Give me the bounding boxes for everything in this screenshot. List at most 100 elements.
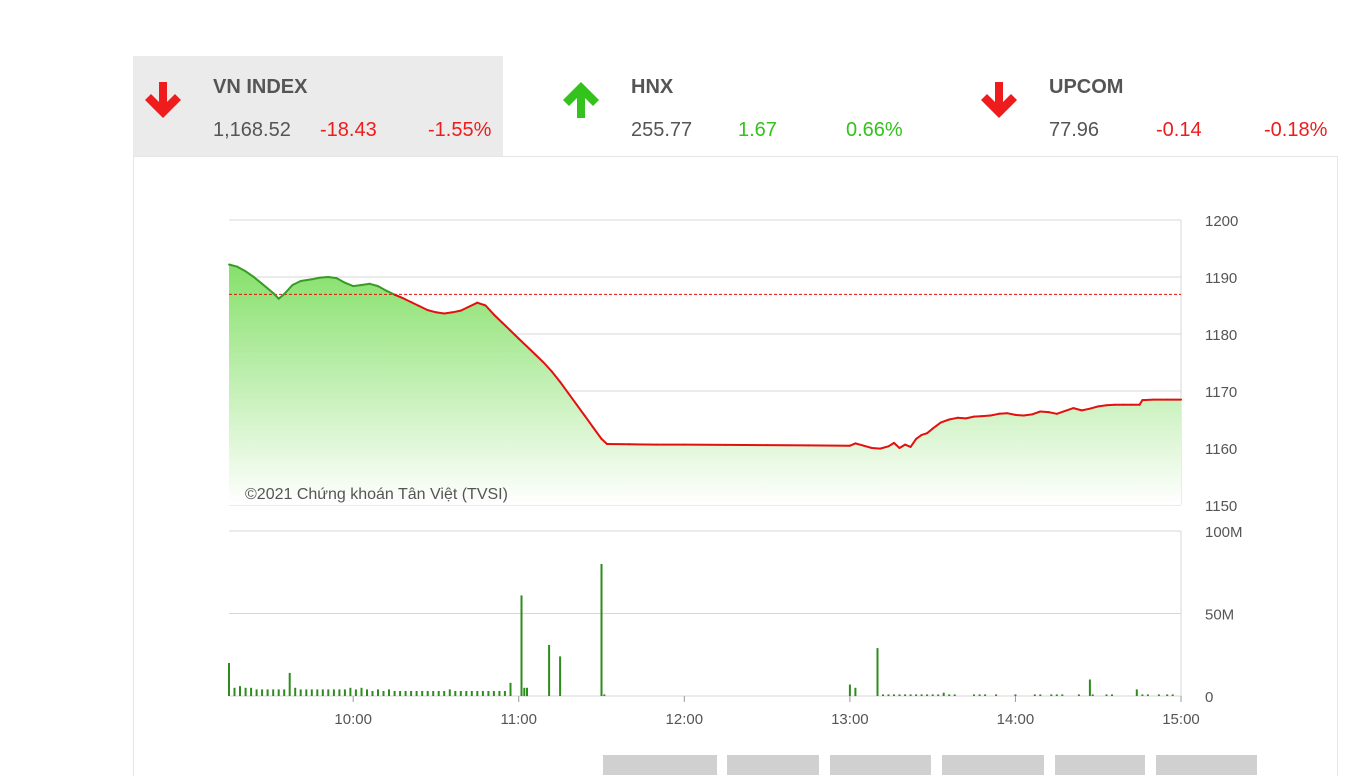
price-tick-label: 1180 <box>1205 327 1237 344</box>
x-tick-label: 10:00 <box>334 711 372 728</box>
volume-bar <box>487 691 489 696</box>
volume-bar <box>910 694 912 696</box>
period-button[interactable] <box>830 755 931 775</box>
period-button[interactable] <box>603 755 717 775</box>
price-line-segment <box>1040 412 1048 413</box>
volume-bar <box>510 683 512 696</box>
period-button[interactable] <box>1156 755 1257 775</box>
price-area <box>229 265 1181 506</box>
volume-bar <box>410 691 412 696</box>
index-percent: -1.55% <box>428 119 491 142</box>
volume-bar <box>1014 694 1016 696</box>
volume-bar <box>979 694 981 696</box>
volume-bar <box>995 694 997 696</box>
volume-tick-label: 0 <box>1205 689 1213 706</box>
volume-bar <box>421 691 423 696</box>
volume-bar <box>1078 694 1080 696</box>
volume-bar <box>443 691 445 696</box>
volume-bar <box>377 689 379 696</box>
volume-bar <box>498 691 500 696</box>
index-percent: 0.66% <box>846 119 903 142</box>
volume-bar <box>932 694 934 696</box>
index-name: UPCOM <box>1049 76 1123 99</box>
volume-bar <box>416 691 418 696</box>
volume-bar <box>322 689 324 696</box>
index-name: VN INDEX <box>213 76 307 99</box>
volume-bar <box>272 689 274 696</box>
volume-bar <box>1158 694 1160 696</box>
intraday-chart: 120011901180117011601150100M50M0©2021 Ch… <box>134 157 1339 768</box>
price-line-segment <box>353 285 361 286</box>
volume-bar <box>482 691 484 696</box>
volume-bar <box>239 686 241 696</box>
price-line-segment <box>1015 415 1023 416</box>
index-percent: -0.18% <box>1264 119 1327 142</box>
volume-bar <box>388 689 390 696</box>
volume-bar <box>338 689 340 696</box>
volume-bar <box>888 694 890 696</box>
volume-bar <box>1141 694 1143 696</box>
volume-bar <box>383 691 385 696</box>
price-line-segment <box>362 284 370 285</box>
volume-bar <box>305 689 307 696</box>
period-button[interactable] <box>1055 755 1145 775</box>
volume-bar <box>943 693 945 696</box>
volume-bar <box>460 691 462 696</box>
x-tick-label: 11:00 <box>501 711 537 728</box>
volume-bar <box>256 689 258 696</box>
volume-bar <box>250 688 252 696</box>
volume-bar <box>1092 694 1094 696</box>
tab-hnx[interactable]: HNX 255.77 1.67 0.66% <box>551 56 921 156</box>
period-button[interactable] <box>942 755 1044 775</box>
volume-tick-label: 50M <box>1205 607 1234 624</box>
volume-bar <box>432 691 434 696</box>
volume-bar <box>1034 694 1036 696</box>
tab-upcom[interactable]: UPCOM 77.96 -0.14 -0.18% <box>969 56 1339 156</box>
volume-bar <box>954 694 956 696</box>
index-name: HNX <box>631 76 673 99</box>
price-line-segment <box>436 312 444 313</box>
volume-bar <box>559 656 561 696</box>
volume-bar <box>394 691 396 696</box>
period-button[interactable] <box>727 755 819 775</box>
volume-bar <box>601 564 603 696</box>
volume-bar <box>333 689 335 696</box>
volume-bar <box>261 689 263 696</box>
volume-bar <box>366 689 368 696</box>
volume-bar <box>294 688 296 696</box>
x-tick-label: 14:00 <box>997 711 1035 728</box>
tab-vn-index[interactable]: VN INDEX 1,168.52 -18.43 -1.55% <box>133 56 503 156</box>
price-line-segment <box>1142 400 1153 401</box>
volume-bar <box>948 694 950 696</box>
volume-bar <box>372 691 374 696</box>
volume-bar <box>1111 694 1113 696</box>
index-value: 1,168.52 <box>213 119 291 142</box>
volume-bar <box>877 648 879 696</box>
volume-bar <box>984 694 986 696</box>
volume-bar <box>228 663 230 696</box>
volume-bar <box>926 694 928 696</box>
price-line-segment <box>1098 405 1106 406</box>
volume-bar <box>1061 694 1063 696</box>
volume-bar <box>454 691 456 696</box>
arrow-down-icon <box>977 78 1021 122</box>
volume-bar <box>344 689 346 696</box>
price-line-segment <box>444 312 452 313</box>
volume-bar <box>1039 694 1041 696</box>
volume-bar <box>882 694 884 696</box>
arrow-down-icon <box>141 78 185 122</box>
volume-tick-label: 100M <box>1205 524 1243 541</box>
volume-bar <box>327 689 329 696</box>
volume-bar <box>973 694 975 696</box>
x-tick-label: 12:00 <box>666 711 704 728</box>
volume-bar <box>1172 694 1174 696</box>
volume-bar <box>1089 680 1091 697</box>
volume-bar <box>1147 694 1149 696</box>
index-change: -18.43 <box>320 119 377 142</box>
price-tick-label: 1170 <box>1205 384 1237 401</box>
volume-bar <box>1056 694 1058 696</box>
watermark: ©2021 Chứng khoán Tân Việt (TVSI) <box>245 486 508 503</box>
price-line-segment <box>872 448 880 449</box>
volume-bar <box>465 691 467 696</box>
volume-bar <box>521 595 523 696</box>
